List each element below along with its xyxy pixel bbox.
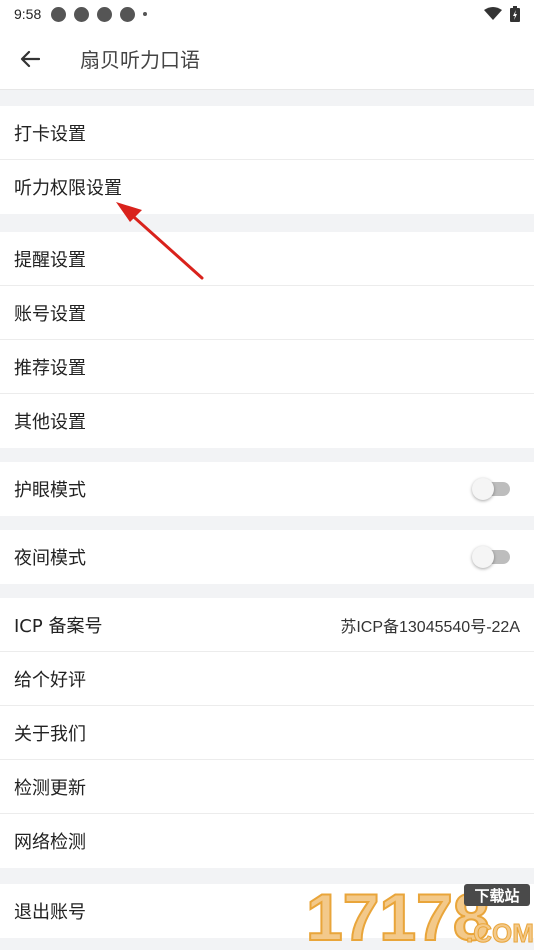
setting-row-night-mode: 夜间模式 <box>0 530 534 584</box>
settings-group-eye-care: 护眼模式 <box>0 462 534 516</box>
setting-label: ICP 备案号 <box>14 615 103 637</box>
setting-row-listening-permission[interactable]: 听力权限设置 <box>0 160 534 214</box>
setting-row-eye-care: 护眼模式 <box>0 462 534 516</box>
setting-row-account[interactable]: 账号设置 <box>0 286 534 340</box>
setting-label: 其他设置 <box>14 412 86 433</box>
setting-row-rate-app[interactable]: 给个好评 <box>0 652 534 706</box>
setting-label: 退出账号 <box>14 902 86 923</box>
setting-row-recommend[interactable]: 推荐设置 <box>0 340 534 394</box>
wifi-icon <box>484 7 502 20</box>
notification-icons <box>51 6 148 22</box>
page-title: 扇贝听力口语 <box>80 48 200 72</box>
night-mode-toggle[interactable] <box>472 546 510 568</box>
status-bar: 9:58 <box>0 0 534 28</box>
back-button[interactable] <box>0 28 60 90</box>
site-watermark-logo: 17178 下载站 .COM <box>305 880 534 950</box>
notification-icon <box>120 6 136 22</box>
setting-label: 推荐设置 <box>14 357 86 379</box>
more-notifications-dot-icon <box>143 12 148 16</box>
settings-group-checkin: 打卡设置 听力权限设置 <box>0 106 534 214</box>
notification-icon <box>97 6 113 22</box>
setting-label: 给个好评 <box>14 669 86 691</box>
battery-icon <box>510 6 520 22</box>
setting-row-check-update[interactable]: 检测更新 <box>0 760 534 814</box>
setting-row-reminder[interactable]: 提醒设置 <box>0 232 534 286</box>
watermark-badge: 下载站 <box>474 887 519 905</box>
setting-label: 网络检测 <box>14 832 86 853</box>
setting-label: 检测更新 <box>14 777 86 799</box>
settings-group-about: ICP 备案号 苏ICP备13045540号-22A 给个好评 关于我们 检测更… <box>0 598 534 868</box>
icp-number-value: 苏ICP备13045540号-22A <box>340 618 520 636</box>
setting-row-other[interactable]: 其他设置 <box>0 394 534 448</box>
notification-icon <box>51 6 67 22</box>
settings-group-night-mode: 夜间模式 <box>0 530 534 584</box>
setting-label: 提醒设置 <box>14 249 86 271</box>
toggle-knob <box>472 478 494 500</box>
status-time: 9:58 <box>14 6 42 22</box>
back-arrow-icon <box>20 50 40 67</box>
setting-label: 护眼模式 <box>14 480 86 501</box>
setting-label: 夜间模式 <box>14 548 86 569</box>
setting-row-icp: ICP 备案号 苏ICP备13045540号-22A <box>0 598 534 652</box>
eye-care-toggle[interactable] <box>472 478 510 500</box>
notification-icon <box>74 6 90 22</box>
setting-label: 账号设置 <box>14 303 86 325</box>
app-bar: 扇贝听力口语 <box>0 28 534 90</box>
setting-row-checkin[interactable]: 打卡设置 <box>0 106 534 160</box>
setting-label: 听力权限设置 <box>14 178 122 199</box>
watermark-domain: .COM <box>466 918 534 948</box>
toggle-knob <box>472 546 494 568</box>
setting-row-network-check[interactable]: 网络检测 <box>0 814 534 868</box>
settings-group-general: 提醒设置 账号设置 推荐设置 其他设置 <box>0 232 534 448</box>
watermark-number: 17178 <box>306 880 490 950</box>
setting-label: 打卡设置 <box>14 123 86 145</box>
setting-row-about-us[interactable]: 关于我们 <box>0 706 534 760</box>
setting-label: 关于我们 <box>14 723 86 745</box>
